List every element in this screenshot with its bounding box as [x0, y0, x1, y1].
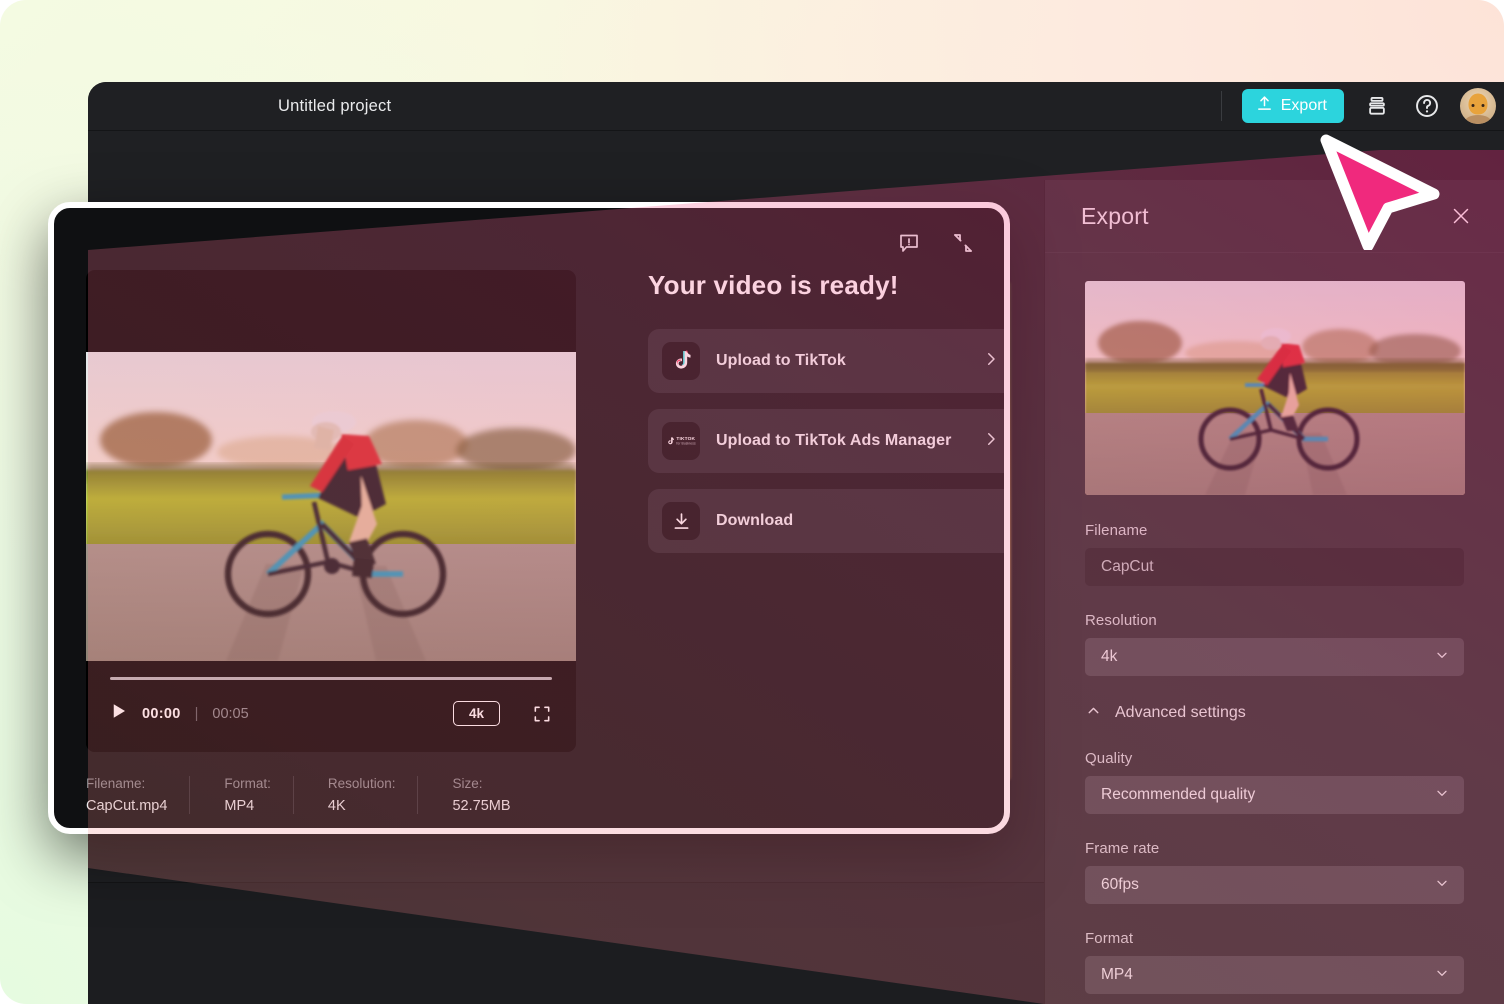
- tiktok-icon: [662, 342, 700, 380]
- quality-value: Recommended quality: [1101, 786, 1256, 803]
- modal-player-column: 00:00 | 00:05 4k Filename: CapCut.mp4 Fo…: [86, 270, 576, 814]
- chevron-right-icon: [982, 430, 1000, 453]
- meta-value: 4K: [327, 798, 346, 814]
- upload-to-tiktok-button[interactable]: Upload to TikTok: [648, 329, 1004, 393]
- video-player: 00:00 | 00:05 4k: [86, 270, 576, 752]
- meta-item: Size: 52.75MB: [417, 776, 532, 814]
- play-icon[interactable]: [110, 701, 128, 726]
- resolution-select[interactable]: 4k: [1085, 638, 1464, 676]
- meta-key: Filename:: [86, 776, 146, 791]
- app-toolbar: Untitled project Export: [88, 82, 1504, 131]
- chevron-down-icon: [1434, 647, 1450, 668]
- meta-item: Filename: CapCut.mp4: [86, 776, 189, 814]
- filename-label: Filename: [1085, 522, 1148, 539]
- export-button-label: Export: [1280, 97, 1327, 114]
- frame-rate-select[interactable]: 60fps: [1085, 866, 1464, 904]
- meta-key: Resolution:: [327, 776, 396, 791]
- export-button[interactable]: Export: [1241, 89, 1344, 123]
- toolbar-divider: [1220, 91, 1222, 121]
- time-separator: |: [194, 705, 199, 722]
- meta-key: Format:: [224, 776, 271, 791]
- upload-to-tiktok-ads-manager-button[interactable]: TIKTOK for Business Upload to TikTok Ads…: [648, 409, 1004, 473]
- format-label: Format: [1085, 930, 1134, 947]
- tiktok-business-icon: TIKTOK for Business: [662, 422, 700, 460]
- resolution-label: Resolution: [1085, 612, 1157, 629]
- format-value: MP4: [1101, 966, 1133, 983]
- upload-icon: [1256, 95, 1273, 117]
- chevron-up-icon: [1085, 702, 1102, 724]
- export-panel-body: Filename Resolution 4k Advanced settin: [1045, 281, 1504, 994]
- feedback-icon[interactable]: [894, 228, 924, 258]
- meta-item: Resolution: 4K: [292, 776, 418, 814]
- filename-input[interactable]: [1085, 548, 1464, 586]
- collapse-icon[interactable]: [948, 228, 978, 258]
- video-thumbnail: [86, 352, 576, 661]
- export-complete-modal: 00:00 | 00:05 4k Filename: CapCut.mp4 Fo…: [48, 202, 1010, 834]
- action-label: Download: [716, 512, 794, 529]
- quality-label: Quality: [1085, 750, 1133, 767]
- meta-item: Format: MP4: [189, 776, 293, 814]
- action-label: Upload to TikTok Ads Manager: [716, 432, 952, 449]
- fullscreen-icon[interactable]: [532, 704, 552, 724]
- meta-key: Size:: [452, 776, 483, 791]
- resolution-value: 4k: [1101, 648, 1118, 665]
- frame-rate-label: Frame rate: [1085, 840, 1160, 857]
- frame-rate-value: 60fps: [1101, 876, 1139, 893]
- export-preview-thumbnail: [1085, 281, 1465, 495]
- avatar[interactable]: [1460, 88, 1496, 124]
- meta-value: MP4: [224, 798, 255, 814]
- modal-top-icons: [894, 228, 978, 258]
- download-button[interactable]: Download: [648, 489, 1004, 553]
- quality-select[interactable]: Recommended quality: [1085, 776, 1464, 814]
- chevron-down-icon: [1434, 875, 1450, 896]
- advanced-settings-toggle[interactable]: Advanced settings: [1085, 702, 1464, 724]
- avatar-eyes: [1471, 104, 1485, 108]
- advanced-settings-label: Advanced settings: [1115, 704, 1246, 721]
- export-panel-title: Export: [1081, 202, 1149, 229]
- project-title[interactable]: Untitled project: [278, 97, 391, 116]
- export-metadata: Filename: CapCut.mp4 Format: MP4 Resolut…: [86, 776, 576, 814]
- total-time: 00:05: [212, 705, 249, 722]
- quality-chip[interactable]: 4k: [452, 701, 500, 726]
- export-panel: Export Filename CapCut Resolution 4k Adv…: [1044, 180, 1504, 1004]
- page-background: Untitled project Export Export Filename …: [0, 0, 1504, 1004]
- chevron-down-icon: [1434, 785, 1450, 806]
- toolbar-actions: Export: [1220, 82, 1504, 130]
- chevron-right-icon: [982, 350, 1000, 373]
- avatar-body: [1465, 115, 1491, 124]
- modal-heading: Your video is ready!: [648, 270, 899, 300]
- current-time: 00:00: [142, 705, 181, 722]
- modal-actions-column: Your video is ready! Upload to TikTok TI…: [648, 270, 1004, 569]
- action-label: Upload to TikTok: [716, 352, 846, 369]
- download-icon: [662, 502, 700, 540]
- close-icon[interactable]: [1444, 199, 1478, 233]
- player-controls: 00:00 | 00:05 4k: [86, 661, 576, 752]
- layers-icon[interactable]: [1360, 89, 1394, 123]
- player-control-row: 00:00 | 00:05 4k: [110, 701, 552, 726]
- chevron-down-icon: [1434, 965, 1450, 986]
- export-panel-header: Export: [1045, 180, 1504, 253]
- help-icon[interactable]: [1410, 89, 1444, 123]
- meta-value: CapCut.mp4: [86, 798, 168, 814]
- format-select[interactable]: MP4: [1085, 956, 1464, 994]
- progress-scrubber[interactable]: [110, 677, 552, 680]
- meta-value: 52.75MB: [452, 798, 511, 814]
